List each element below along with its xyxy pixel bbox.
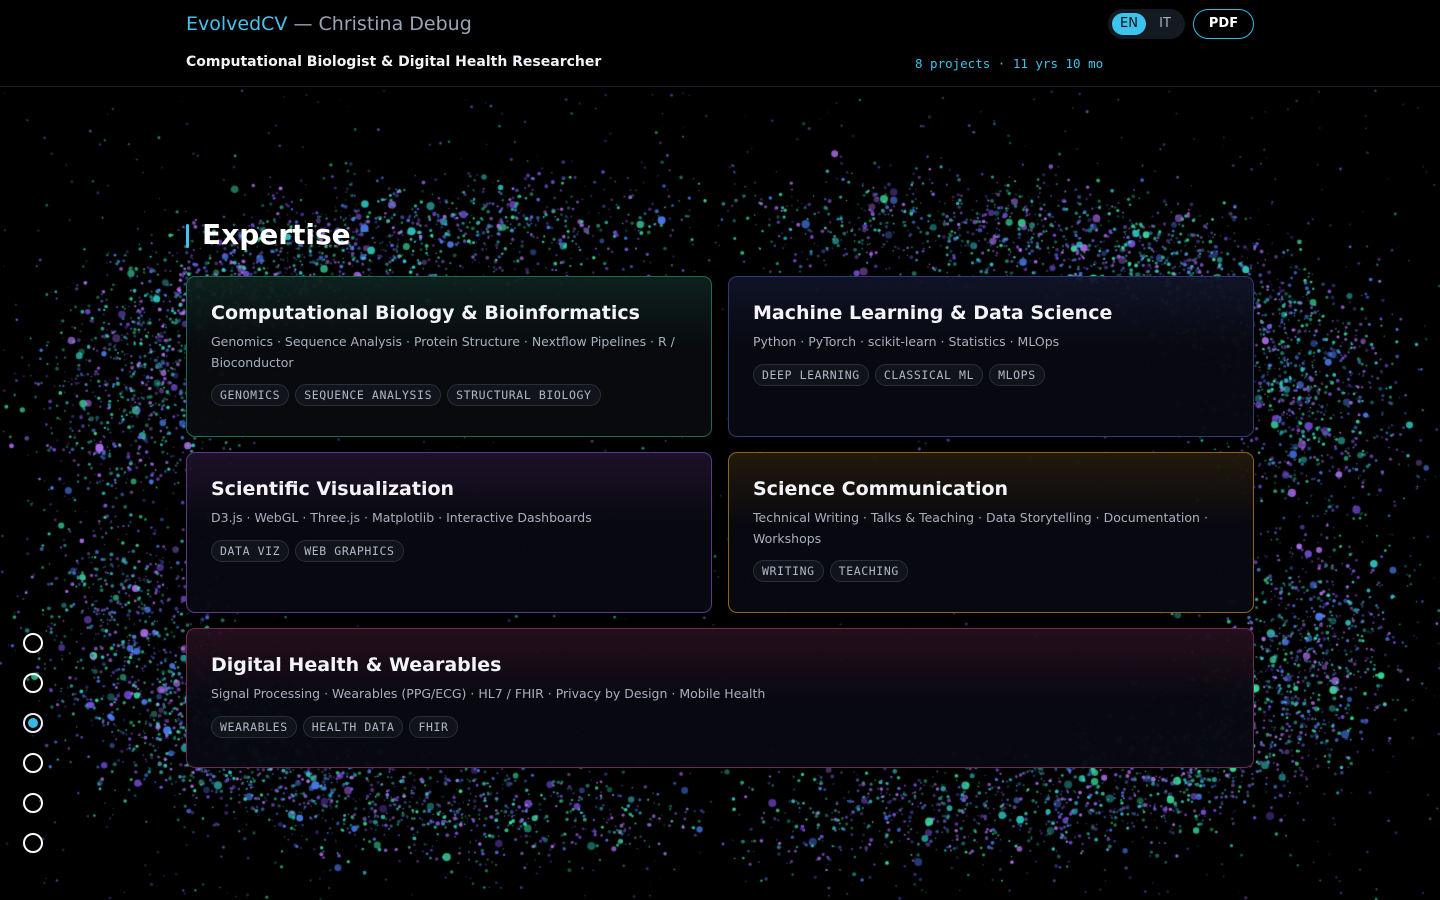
section-nav-dot[interactable] [23,633,43,653]
job-title: Computational Biologist & Digital Health… [186,54,602,70]
expertise-card-computational-biology[interactable]: Computational Biology & Bioinformatics G… [186,276,712,437]
card-title: Scientific Visualization [211,478,455,500]
card-description: Python · PyTorch · scikit-learn · Statis… [753,334,1060,349]
tag: GENOMICS [211,384,290,406]
section-dot-nav [23,633,43,853]
top-header: EvolvedCV — Christina Debug Computationa… [0,0,1440,87]
tag: TEACHING [829,560,908,582]
card-title: Digital Health & Wearables [211,654,502,676]
card-description: D3.js · WebGL · Three.js · Matplotlib · … [211,510,592,525]
tag: HEALTH DATA [302,715,404,738]
card-tags: WEARABLES HEALTH DATA FHIR [211,715,1229,738]
tag: DATA VIZ [211,539,290,562]
tag: MLOPS [989,363,1045,386]
card-description: Technical Writing · Talks & Teaching · D… [753,510,1208,546]
card-tags: WRITING TEACHING [753,560,1229,582]
expertise-card-scientific-visualization[interactable]: Scientific Visualization D3.js · WebGL ·… [186,452,712,613]
tag: FHIR [409,715,458,738]
tag: STRUCTURAL BIOLOGY [447,384,601,406]
card-title: Machine Learning & Data Science [753,302,1113,324]
tag: WEB GRAPHICS [295,539,404,562]
brand-title: EvolvedCV — Christina Debug [186,10,472,38]
card-tags: DATA VIZ WEB GRAPHICS [211,539,687,562]
person-name: Christina Debug [318,13,472,35]
section-accent-bar [186,224,189,248]
career-stats: 8 projects · 11 yrs 10 mo [915,56,1104,71]
language-toggle: EN IT [1108,9,1185,39]
lang-en-button[interactable]: EN [1112,13,1146,35]
tag: SEQUENCE ANALYSIS [295,384,442,406]
section-nav-dot[interactable] [23,833,43,853]
expertise-card-science-communication[interactable]: Science Communication Technical Writing … [728,452,1254,613]
card-title: Science Communication [753,478,1009,500]
expertise-card-machine-learning[interactable]: Machine Learning & Data Science Python ·… [728,276,1254,437]
card-description: Signal Processing · Wearables (PPG/ECG) … [211,686,766,701]
card-title: Computational Biology & Bioinformatics [211,302,640,324]
brand-logo[interactable]: EvolvedCV [186,13,287,35]
page: EvolvedCV — Christina Debug Computationa… [0,0,1440,900]
tag: WEARABLES [211,715,297,738]
lang-it-button[interactable]: IT [1150,13,1180,35]
card-tags: DEEP LEARNING CLASSICAL ML MLOPS [753,363,1229,386]
card-tags: GENOMICS SEQUENCE ANALYSIS STRUCTURAL BI… [211,384,687,406]
tag: DEEP LEARNING [753,363,869,386]
expertise-card-digital-health[interactable]: Digital Health & Wearables Signal Proces… [186,628,1254,768]
brand-separator: — [287,13,319,35]
pdf-download-button[interactable]: PDF [1193,9,1254,39]
section-nav-dot[interactable] [23,793,43,813]
tag: CLASSICAL ML [874,363,984,386]
card-description: Genomics · Sequence Analysis · Protein S… [211,334,675,370]
section-nav-dot[interactable] [23,753,43,773]
section-title: Expertise [202,218,351,251]
section-nav-dot[interactable] [23,713,43,733]
section-nav-dot[interactable] [23,673,43,693]
tag: WRITING [753,560,824,582]
